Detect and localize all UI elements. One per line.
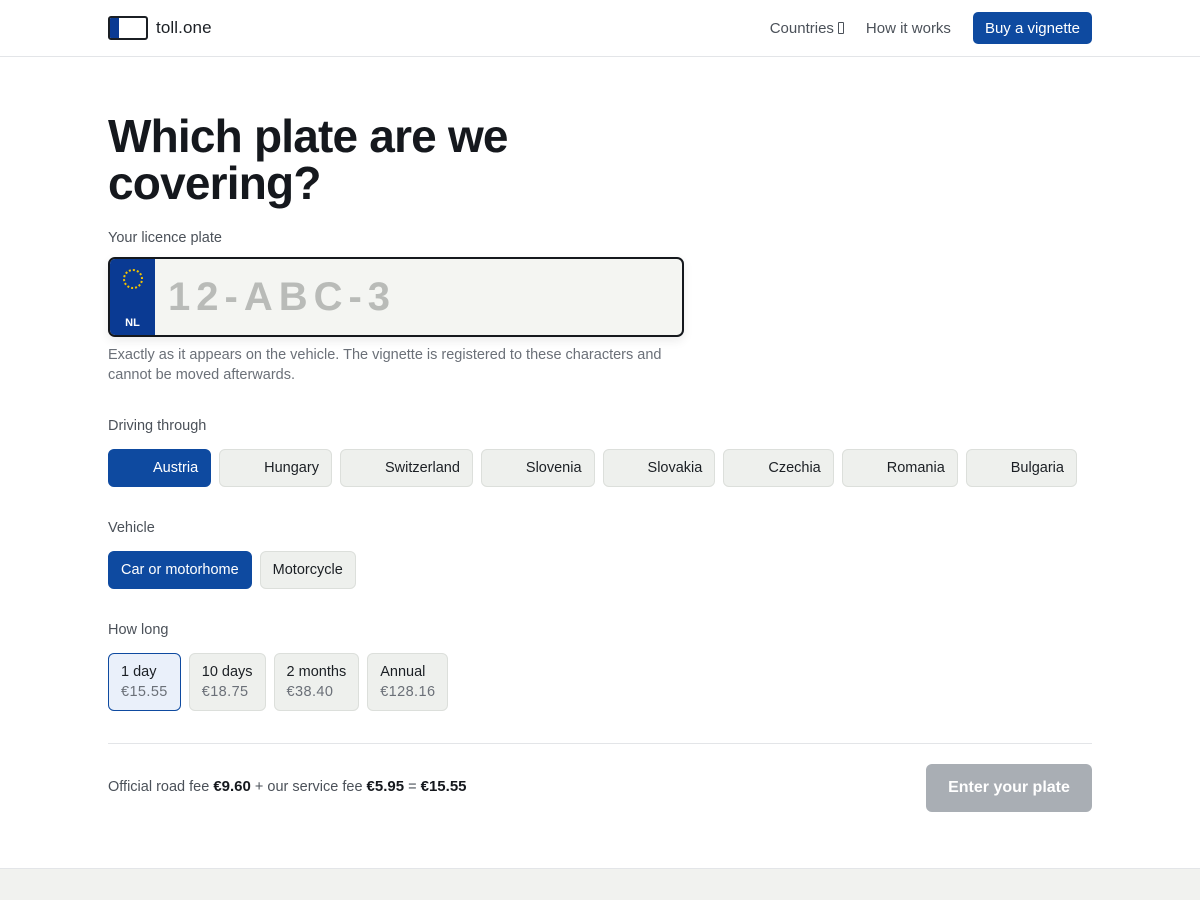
slovakia-flag-icon — [622, 461, 642, 475]
duration-selector: 1 day €15.55 10 days €18.75 2 months €38… — [108, 653, 456, 711]
duration-price: €38.40 — [286, 684, 334, 700]
official-fee-value: €9.60 — [213, 778, 251, 795]
austria-flag-icon — [127, 461, 147, 475]
countries-label: Driving through — [108, 418, 207, 434]
country-selector: Austria Hungary Switzerland Slovenia Slo… — [108, 449, 1085, 487]
duration-price: €128.16 — [380, 684, 436, 700]
romania-flag-icon — [861, 461, 881, 475]
plate-label: Your licence plate — [108, 230, 222, 246]
country-chip-bulgaria[interactable]: Bulgaria — [965, 449, 1077, 487]
vehicle-label: Vehicle — [108, 520, 155, 536]
vehicle-selector: Car or motorhome Motorcycle — [108, 551, 364, 589]
country-chip-label: Slovenia — [525, 460, 582, 476]
duration-name: 2 months — [286, 664, 347, 680]
duration-name: 1 day — [121, 664, 157, 680]
plate-input[interactable] — [168, 273, 668, 321]
country-chip-label: Slovakia — [647, 460, 703, 476]
buy-vignette-button[interactable]: Buy a vignette — [972, 12, 1092, 44]
site-header: toll.one Countries How it works Buy a vi… — [0, 0, 1200, 57]
nav-how-it-works[interactable]: How it works — [866, 20, 951, 37]
official-fee-label: Official road fee — [108, 779, 210, 795]
duration-price: €18.75 — [201, 684, 249, 700]
duration-label: How long — [108, 622, 169, 638]
nav-countries-label: Countries — [769, 19, 834, 37]
footer-band — [0, 868, 1200, 900]
country-chip-switzerland[interactable]: Switzerland — [339, 449, 473, 487]
country-chip-slovenia[interactable]: Slovenia — [480, 449, 595, 487]
total-fee-value: €15.55 — [420, 778, 467, 795]
enter-plate-button[interactable]: Enter your plate — [926, 764, 1092, 812]
country-chip-romania[interactable]: Romania — [841, 449, 958, 487]
country-chip-label: Czechia — [768, 460, 821, 476]
country-chip-austria[interactable]: Austria — [108, 449, 212, 487]
chevron-down-icon — [837, 22, 844, 34]
nav-countries[interactable]: Countries — [770, 20, 844, 37]
duration-price: €15.55 — [121, 684, 168, 700]
brand-name: toll.one — [156, 18, 212, 37]
country-chip-label: Austria — [153, 460, 199, 476]
page-title: Which plate are we covering? — [108, 110, 509, 209]
duration-option-annual[interactable]: Annual €128.16 — [367, 653, 449, 711]
duration-name: 10 days — [201, 664, 253, 680]
top-nav: Countries How it works Buy a vignette — [770, 12, 1092, 44]
duration-name: Annual — [380, 664, 426, 680]
bulgaria-flag-icon — [985, 461, 1005, 475]
duration-option-1-day[interactable]: 1 day €15.55 — [108, 653, 181, 711]
summary-divider — [108, 743, 1092, 744]
country-chip-czechia[interactable]: Czechia — [723, 449, 834, 487]
czechia-flag-icon — [742, 461, 762, 475]
country-chip-label: Hungary — [264, 460, 319, 476]
hungary-flag-icon — [238, 461, 258, 475]
service-fee-value: €5.95 — [366, 778, 405, 795]
logo[interactable]: toll.one — [108, 16, 212, 40]
vehicle-chip-car[interactable]: Car or motorhome — [108, 551, 252, 589]
eu-stars-icon — [123, 269, 143, 289]
country-chip-label: Romania — [886, 460, 945, 476]
plate-help-text: Exactly as it appears on the vehicle. Th… — [108, 347, 662, 383]
eu-country-band: NL — [110, 259, 155, 335]
duration-option-10-days[interactable]: 10 days €18.75 — [188, 653, 266, 711]
slovenia-flag-icon — [500, 461, 520, 475]
switzerland-flag-icon — [359, 461, 379, 475]
vehicle-chip-motorcycle[interactable]: Motorcycle — [259, 551, 356, 589]
country-chip-label: Switzerland — [384, 460, 460, 476]
country-chip-label: Bulgaria — [1010, 460, 1064, 476]
plate-country-code: NL — [125, 317, 140, 329]
duration-option-2-months[interactable]: 2 months €38.40 — [273, 653, 360, 711]
logo-plate-icon — [108, 16, 148, 40]
service-fee-label: + our service fee — [254, 779, 363, 795]
country-chip-hungary[interactable]: Hungary — [219, 449, 332, 487]
equals-sign: = — [408, 779, 417, 795]
country-chip-slovakia[interactable]: Slovakia — [602, 449, 716, 487]
fee-summary: Official road fee €9.60 + our service fe… — [108, 778, 467, 795]
licence-plate-field[interactable]: NL — [108, 257, 684, 337]
